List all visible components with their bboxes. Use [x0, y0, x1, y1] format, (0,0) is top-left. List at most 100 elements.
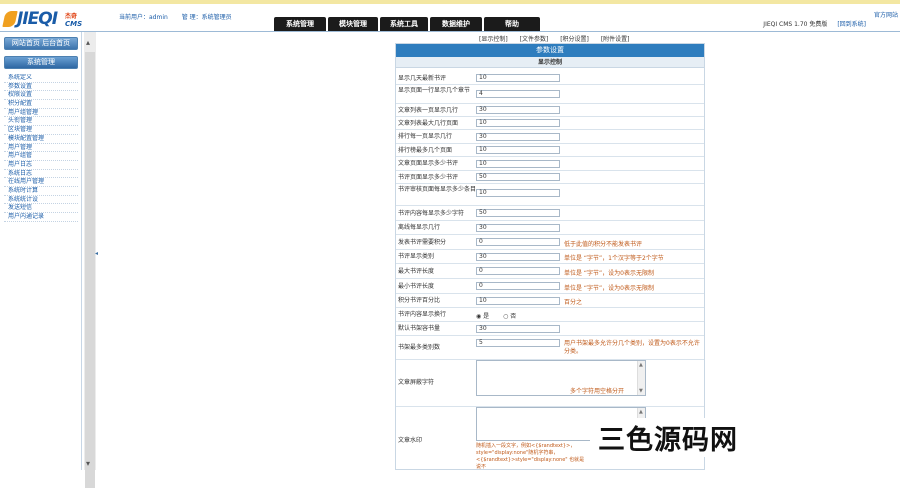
- scrollbar-thumb[interactable]: [85, 52, 95, 488]
- setting-row: 最大书评长度 0 单位是 “字节”，设为0表示无限制: [396, 264, 704, 279]
- setting-row: 文章页面显示多少书评 10: [396, 157, 704, 171]
- logo-text: JIEQI: [17, 9, 58, 29]
- user-role-link[interactable]: 管 理：系统管理员: [182, 14, 232, 21]
- setting-input[interactable]: 30: [476, 325, 560, 333]
- setting-row: 书评内容每显示多少字符 50: [396, 206, 704, 221]
- subnav-attachment-settings[interactable]: [附件设置]: [601, 36, 630, 43]
- nav-tab-data-maintenance[interactable]: 数据维护: [430, 17, 482, 32]
- setting-label: 文章列表一页显示几行: [398, 107, 459, 114]
- sidebar-item[interactable]: 头衔管理: [4, 117, 78, 127]
- setting-label: 排行每一页显示几行: [398, 133, 453, 140]
- setting-hint: 低于此值的积分不能发表书评: [564, 241, 643, 248]
- setting-row: 显示页面一行显示几个章节 4: [396, 85, 704, 104]
- sidebar-item[interactable]: 用户管理: [4, 144, 78, 153]
- setting-input[interactable]: 10: [476, 189, 560, 197]
- radio-no[interactable]: ○ 否: [503, 313, 522, 320]
- setting-row: 文章屏蔽字符 多个字符用空格分开: [396, 360, 704, 407]
- nav-tab-module-manage[interactable]: 模块管理: [328, 17, 378, 32]
- current-user-label: 当前用户：admin: [119, 14, 168, 21]
- system-manage-button[interactable]: 系统管理: [4, 56, 78, 69]
- setting-row: 书评审核页面每显示多少条目 10: [396, 184, 704, 206]
- setting-input[interactable]: 5: [476, 339, 560, 347]
- setting-label: 显示几天最新书评: [398, 75, 447, 82]
- main-nav: 系统管理 模块管理 系统工具 数据维护 帮助: [274, 17, 540, 32]
- setting-label: 书评显示类别: [398, 253, 435, 260]
- sidebar-item[interactable]: 系统时计算: [4, 187, 78, 196]
- nav-tab-help[interactable]: 帮助: [484, 17, 540, 32]
- setting-hint: 单位是 “字节”，1个汉字等于2个字节: [564, 255, 664, 262]
- nav-tab-system-tools[interactable]: 系统工具: [380, 17, 428, 32]
- sidebar-item[interactable]: 积分配置: [4, 100, 78, 109]
- logo-icon: [2, 11, 18, 27]
- setting-input[interactable]: 10: [476, 297, 560, 305]
- subnav-points-settings[interactable]: [积分设置]: [560, 36, 589, 43]
- sidebar-item[interactable]: 在线用户管理: [4, 178, 78, 187]
- nav-tab-system-manage[interactable]: 系统管理: [274, 17, 326, 32]
- sidebar-item[interactable]: 系统统计设: [4, 196, 78, 205]
- setting-input[interactable]: 0: [476, 282, 560, 290]
- sidebar-item[interactable]: 模块配置管理: [4, 135, 78, 144]
- collapse-sidebar-icon[interactable]: ◂: [95, 250, 98, 257]
- home-links-button[interactable]: 网站首页 后台首页: [4, 37, 78, 50]
- logo[interactable]: JIEQI 杰奇 CMS: [2, 9, 86, 31]
- subnav-display-control[interactable]: [显示控制]: [479, 36, 508, 43]
- sidebar-item[interactable]: 用户组管理: [4, 109, 78, 118]
- panel-title: 参数设置: [396, 44, 704, 57]
- setting-input[interactable]: 10: [476, 146, 560, 154]
- newline-radio-group: ◉ 是 ○ 否: [476, 311, 528, 320]
- subnav-file-params[interactable]: [文件参数]: [520, 36, 549, 43]
- setting-input[interactable]: 30: [476, 224, 560, 232]
- setting-label: 文章列表最大几行页面: [398, 120, 459, 127]
- scroll-up-icon[interactable]: ▴: [86, 38, 90, 47]
- sidebar-menu: 系统定义 参数设置 权限设置 积分配置 用户组管理 头衔管理 区块管理 模块配置…: [4, 74, 78, 222]
- setting-row: 显示几天最新书评 10: [396, 72, 704, 85]
- setting-input[interactable]: 4: [476, 90, 560, 98]
- scroll-down-icon[interactable]: ▾: [86, 459, 90, 468]
- setting-label: 文章水印: [398, 437, 423, 444]
- sidebar-item[interactable]: 用户组管: [4, 152, 78, 161]
- official-site-link[interactable]: 官方网站: [874, 10, 898, 19]
- logo-sub-cn: 杰奇: [65, 13, 78, 20]
- setting-label: 书评审核页面每显示多少条目: [398, 186, 477, 193]
- back-to-system-link[interactable]: [回到系统]: [837, 21, 866, 28]
- setting-input[interactable]: 50: [476, 173, 560, 181]
- setting-input[interactable]: 50: [476, 209, 560, 217]
- setting-input[interactable]: 30: [476, 253, 560, 261]
- setting-input[interactable]: 30: [476, 106, 560, 114]
- radio-no-label: 否: [510, 313, 517, 320]
- setting-row: 默认书架容书量 30: [396, 322, 704, 336]
- setting-label: 积分书评百分比: [398, 297, 441, 304]
- setting-input[interactable]: 10: [476, 119, 560, 127]
- sidebar-item[interactable]: 参数设置: [4, 83, 78, 92]
- sidebar-item[interactable]: 系统定义: [4, 74, 78, 83]
- setting-hint: 百分之: [564, 299, 583, 306]
- user-info: 当前用户：admin 管 理：系统管理员: [119, 12, 232, 21]
- sidebar-item[interactable]: 系统日志: [4, 170, 78, 179]
- sidebar-item[interactable]: 权限设置: [4, 91, 78, 101]
- header-bar: JIEQI 杰奇 CMS 当前用户：admin 管 理：系统管理员 系统管理 模…: [0, 4, 900, 32]
- setting-label: 默认书架容书量: [398, 325, 441, 332]
- textarea-scrollbar[interactable]: [637, 361, 645, 395]
- version-bar: JIEQI CMS 1.70 免费版 [回到系统]: [763, 19, 866, 28]
- setting-row: 文章列表一页显示几行 30: [396, 104, 704, 117]
- sidebar-item[interactable]: 用户日志: [4, 161, 78, 170]
- setting-row: 书架最多类别数 5 用户书架最多允许分几个类别，设置为0表示不允许分类。: [396, 336, 704, 360]
- setting-row: 书评显示类别 30 单位是 “字节”，1个汉字等于2个字节: [396, 250, 704, 264]
- logo-sub-cms: CMS: [65, 20, 83, 28]
- setting-input[interactable]: 30: [476, 133, 560, 141]
- sidebar-item[interactable]: 用户内通记录: [4, 213, 78, 222]
- setting-input[interactable]: 0: [476, 267, 560, 275]
- setting-input[interactable]: 10: [476, 160, 560, 168]
- setting-input[interactable]: 0: [476, 238, 560, 246]
- setting-label: 书评页面显示多少书评: [398, 174, 459, 181]
- setting-row: 最小书评长度 0 单位是 “字节”，设为0表示无限制: [396, 279, 704, 294]
- setting-hint: 多个字符用空格分开: [570, 388, 625, 395]
- setting-input[interactable]: 10: [476, 74, 560, 82]
- sidebar-item[interactable]: 发送短信: [4, 204, 78, 213]
- settings-subnav: [显示控制] [文件参数] [积分设置] [附件设置]: [479, 34, 640, 43]
- radio-yes[interactable]: ◉ 是: [476, 313, 495, 320]
- settings-panel: 参数设置 显示控制 显示几天最新书评 10 显示页面一行显示几个章节 4 文章列…: [395, 43, 705, 470]
- sidebar-item[interactable]: 区块管理: [4, 126, 78, 135]
- setting-label: 书评内容每显示多少字符: [398, 210, 465, 217]
- setting-row: 书评内容显示换行 ◉ 是 ○ 否: [396, 308, 704, 322]
